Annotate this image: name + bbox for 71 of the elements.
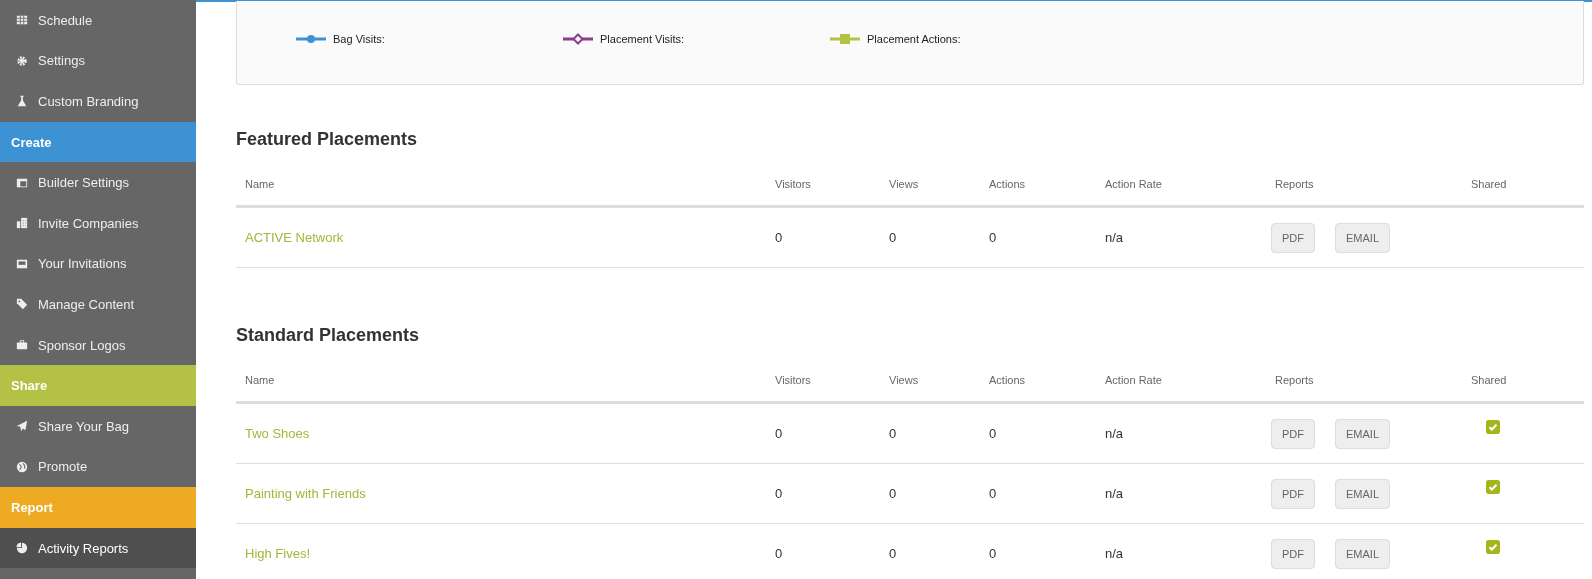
column-header: Reports — [1275, 374, 1314, 386]
table-cell: 0 — [989, 546, 997, 561]
table-cell: 0 — [775, 486, 783, 501]
pie-chart-icon — [16, 542, 28, 554]
table-cell: 0 — [889, 546, 897, 561]
table-cell: n/a — [1105, 486, 1124, 501]
table-cell: 0 — [989, 230, 997, 245]
legend-label: Placement Visits: — [600, 32, 685, 45]
report-button[interactable]: PDF — [1271, 222, 1315, 253]
legend-label: Placement Actions: — [867, 32, 961, 45]
report-button[interactable]: EMAIL — [1335, 538, 1390, 569]
column-header: Views — [889, 178, 919, 190]
report-button[interactable]: EMAIL — [1335, 478, 1390, 509]
checkbox[interactable] — [1486, 420, 1500, 434]
column-header: Name — [245, 374, 275, 386]
sidebar-item[interactable]: Builder Settings — [0, 162, 196, 203]
report-button[interactable]: EMAIL — [1335, 418, 1390, 449]
table-cell: 0 — [889, 230, 897, 245]
table-cell: 0 — [889, 486, 897, 501]
layout-icon — [16, 176, 28, 189]
sidebar-item[interactable]: Manage Content — [0, 284, 196, 325]
report-button[interactable]: PDF — [1271, 418, 1315, 449]
table-cell: 0 — [775, 426, 783, 441]
column-header: Views — [889, 374, 919, 386]
section-header: Share — [0, 365, 196, 406]
column-header: Reports — [1275, 178, 1314, 190]
sidebar-item[interactable]: Custom Branding — [0, 81, 196, 122]
table-cell: n/a — [1105, 426, 1124, 441]
paper-plane-icon — [16, 420, 28, 433]
sidebar-item[interactable]: Promote — [0, 446, 196, 488]
globe-icon — [16, 460, 28, 473]
report-button[interactable]: EMAIL — [1335, 222, 1390, 253]
building-icon — [16, 217, 28, 230]
sidebar-item[interactable]: Your Invitations — [0, 243, 196, 285]
sidebar-item[interactable]: Sponsor Logos — [0, 324, 196, 366]
column-header: Visitors — [775, 178, 811, 190]
sidebar-item[interactable]: Activity Reports — [0, 527, 196, 569]
table-cell: 0 — [775, 230, 783, 245]
briefcase-icon — [16, 339, 28, 352]
sidebar-item[interactable]: Invite Companies — [0, 202, 196, 244]
sidebar-item[interactable]: Share Your Bag — [0, 405, 196, 447]
table-cell: n/a — [1105, 230, 1124, 245]
report-button[interactable]: PDF — [1271, 478, 1315, 509]
gear-icon — [16, 54, 28, 67]
inbox-icon — [16, 257, 28, 270]
sidebar-item[interactable]: Schedule — [0, 0, 196, 41]
section-header: Report — [0, 487, 196, 528]
column-header: Visitors — [775, 374, 811, 386]
section-header: Create — [0, 121, 196, 163]
section-heading: Standard Placements — [236, 325, 420, 345]
checkbox[interactable] — [1486, 540, 1500, 554]
table-cell: 0 — [775, 546, 783, 561]
table-cell: 0 — [989, 426, 997, 441]
sidebar-item[interactable]: Settings — [0, 40, 196, 82]
column-header: Shared — [1471, 178, 1507, 190]
column-header: Actions — [989, 374, 1026, 386]
flask-icon — [16, 95, 28, 108]
table-cell: 0 — [889, 426, 897, 441]
table-cell: 0 — [989, 486, 997, 501]
calendar-icon — [16, 14, 28, 27]
checkbox[interactable] — [1486, 480, 1500, 494]
column-header: Name — [245, 178, 275, 190]
table-cell: n/a — [1105, 546, 1124, 561]
section-heading: Featured Placements — [236, 129, 418, 149]
tag-icon — [16, 298, 28, 311]
legend-label: Bag Visits: — [333, 32, 385, 45]
column-header: Actions — [989, 178, 1026, 190]
column-header: Shared — [1471, 374, 1507, 386]
column-header: Action Rate — [1105, 178, 1162, 190]
column-header: Action Rate — [1105, 374, 1162, 386]
report-button[interactable]: PDF — [1271, 538, 1315, 569]
